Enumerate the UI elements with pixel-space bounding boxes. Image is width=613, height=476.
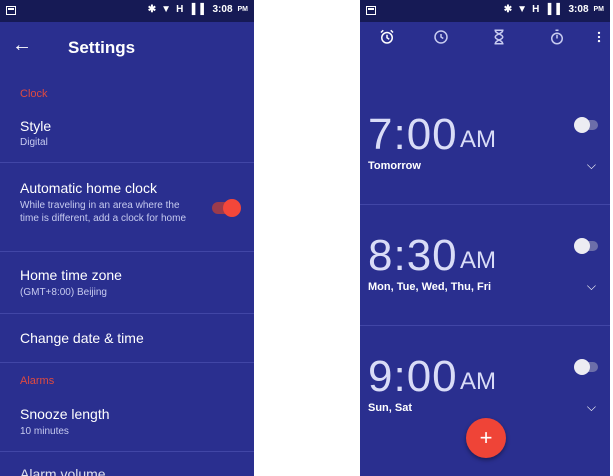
network-type: H xyxy=(532,4,540,15)
signal-icon: ▐ xyxy=(544,4,552,15)
status-time: 3:08 xyxy=(568,4,589,15)
setting-value: 10 minutes xyxy=(20,426,69,437)
status-bar: ✱ ▼ H ▐ ▌ 3:08 PM xyxy=(0,0,254,22)
setting-title: Snooze length xyxy=(20,406,110,422)
setting-alarm-volume[interactable]: Alarm volume xyxy=(0,452,254,476)
timer-icon[interactable] xyxy=(488,26,510,48)
alarm-days: Tomorrow xyxy=(368,160,421,172)
setting-snooze-length[interactable]: Snooze length 10 minutes xyxy=(0,393,254,452)
alarm-ampm: AM xyxy=(460,368,496,395)
back-arrow-icon[interactable]: ← xyxy=(12,34,32,57)
alarm-time: 8:30 xyxy=(368,231,458,280)
bluetooth-icon: ✱ xyxy=(503,4,513,15)
signal-icon: ▐ xyxy=(188,4,196,15)
settings-screen: ✱ ▼ H ▐ ▌ 3:08 PM ← Settings Clock Style… xyxy=(0,0,254,476)
status-ampm: PM xyxy=(593,6,605,13)
setting-home-time-zone[interactable]: Home time zone (GMT+8:00) Beijing xyxy=(0,252,254,314)
alarm-time: 7:00 xyxy=(368,110,458,159)
alarm-toggle[interactable] xyxy=(574,117,598,133)
alarm-time: 9:00 xyxy=(368,352,458,401)
alarm-toggle[interactable] xyxy=(574,359,598,375)
more-options-icon[interactable] xyxy=(592,26,606,48)
chevron-down-icon[interactable]: ⌵ xyxy=(587,279,596,294)
setting-value: Digital xyxy=(20,137,48,148)
alarm-toggle[interactable] xyxy=(574,238,598,254)
page-title: Settings xyxy=(68,38,136,57)
status-ampm: PM xyxy=(237,6,249,13)
section-header-alarms: Alarms xyxy=(20,375,55,387)
setting-automatic-home-clock[interactable]: Automatic home clock While traveling in … xyxy=(0,163,254,252)
alarm-ampm: AM xyxy=(460,247,496,274)
wifi-icon: ▼ xyxy=(161,4,172,15)
notification-icon xyxy=(366,6,376,15)
network-type: H xyxy=(176,4,184,15)
setting-value: (GMT+8:00) Beijing xyxy=(20,287,107,298)
clock-alarm-screen: ✱ ▼ H ▐ ▌ 3:08 PM 7:00 AM Tomorrow ⌵ 8:3… xyxy=(360,0,610,476)
bluetooth-icon: ✱ xyxy=(147,4,157,15)
stopwatch-icon[interactable] xyxy=(546,26,568,48)
alarm-item[interactable]: 7:00 AM Tomorrow ⌵ xyxy=(360,84,610,205)
auto-home-toggle[interactable] xyxy=(212,199,241,217)
battery-icon: ▌ xyxy=(556,4,564,15)
add-alarm-button[interactable]: + xyxy=(466,418,506,458)
setting-title: Change date & time xyxy=(20,330,144,346)
alarm-days: Sun, Sat xyxy=(368,402,413,414)
alarm-days: Mon, Tue, Wed, Thu, Fri xyxy=(368,281,492,293)
alarm-icon[interactable] xyxy=(376,26,398,48)
setting-title: Style xyxy=(20,118,52,134)
status-time: 3:08 xyxy=(212,4,233,15)
chevron-down-icon[interactable]: ⌵ xyxy=(587,400,596,415)
app-bar: ← Settings xyxy=(0,22,254,74)
setting-title: Alarm volume xyxy=(20,466,106,476)
setting-title: Automatic home clock xyxy=(20,180,157,196)
setting-title: Home time zone xyxy=(20,267,122,283)
alarm-item[interactable]: 8:30 AM Mon, Tue, Wed, Thu, Fri ⌵ xyxy=(360,205,610,326)
battery-icon: ▌ xyxy=(200,4,208,15)
setting-style[interactable]: Style Digital xyxy=(0,106,254,163)
setting-change-date-time[interactable]: Change date & time xyxy=(0,314,254,363)
section-header-clock: Clock xyxy=(20,88,48,100)
clock-icon[interactable] xyxy=(430,26,452,48)
chevron-down-icon[interactable]: ⌵ xyxy=(587,158,596,173)
alarm-ampm: AM xyxy=(460,126,496,153)
notification-icon xyxy=(6,6,16,15)
setting-description: While traveling in an area where the tim… xyxy=(20,200,187,224)
wifi-icon: ▼ xyxy=(517,4,528,15)
status-bar: ✱ ▼ H ▐ ▌ 3:08 PM xyxy=(360,0,610,22)
clock-tabs xyxy=(360,22,610,52)
